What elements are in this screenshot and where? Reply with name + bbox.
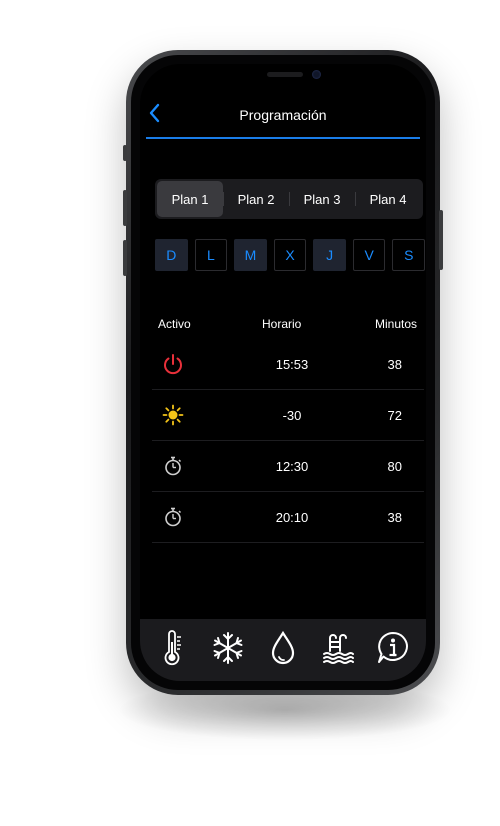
tab-water[interactable] [263, 628, 303, 668]
info-icon [377, 632, 408, 663]
sun-icon[interactable] [162, 404, 184, 426]
mute-switch [123, 145, 127, 161]
phone-bezel: Programación Plan 1 Plan 2 Plan 3 Plan 4 DL… [131, 55, 435, 690]
app-screen: Programación Plan 1 Plan 2 Plan 3 Plan 4 DL… [140, 64, 426, 681]
volume-up-button [123, 190, 127, 226]
pool-ladder-icon [322, 634, 354, 664]
snowflake-icon [213, 632, 243, 664]
power-icon[interactable] [162, 353, 184, 375]
row-minutos[interactable]: 38 [388, 357, 402, 372]
column-header-minutos: Minutos [375, 317, 418, 331]
table-row[interactable]: 15:53 38 [152, 339, 424, 390]
day-toggle-x[interactable]: X [273, 239, 307, 271]
day-selector: DLMXJVS [155, 239, 426, 271]
page-title: Programación [239, 107, 327, 123]
tab-info[interactable] [373, 628, 413, 668]
tab-snowflake[interactable] [208, 628, 248, 668]
power-side-button [439, 210, 443, 270]
row-horario[interactable]: 20:10 [247, 510, 337, 525]
row-horario[interactable]: -30 [247, 408, 337, 423]
row-horario[interactable]: 15:53 [247, 357, 337, 372]
timer-icon[interactable] [162, 455, 184, 477]
thermometer-icon [165, 630, 182, 666]
day-toggle-l[interactable]: L [194, 239, 228, 271]
row-minutos[interactable]: 80 [388, 459, 402, 474]
plan-tab-4[interactable]: Plan 4 [355, 181, 421, 217]
plan-selector: Plan 1 Plan 2 Plan 3 Plan 4 [155, 179, 423, 219]
day-toggle-v[interactable]: V [352, 239, 386, 271]
water-drop-icon [271, 630, 295, 665]
table-row[interactable]: -30 72 [152, 390, 424, 441]
row-minutos[interactable]: 72 [388, 408, 402, 423]
tab-bar [140, 619, 426, 681]
day-toggle-d[interactable]: D [155, 239, 188, 271]
table-row[interactable]: 12:30 80 [152, 441, 424, 492]
timer-icon[interactable] [162, 506, 184, 528]
table-row[interactable]: 20:10 38 [152, 492, 424, 543]
nav-header: Programación [140, 92, 426, 138]
front-camera [312, 70, 321, 79]
day-toggle-j[interactable]: J [313, 239, 346, 271]
tab-thermometer[interactable] [153, 628, 193, 668]
row-minutos[interactable]: 38 [388, 510, 402, 525]
header-divider [146, 137, 420, 139]
plan-tab-2[interactable]: Plan 2 [223, 181, 289, 217]
schedule-table: 15:53 38 -30 72 12:30 80 20:10 38 [152, 339, 424, 543]
plan-tab-1[interactable]: Plan 1 [157, 181, 223, 217]
phone-frame: Programación Plan 1 Plan 2 Plan 3 Plan 4 DL… [123, 50, 443, 695]
volume-down-button [123, 240, 127, 276]
tab-pool[interactable] [318, 628, 358, 668]
row-horario[interactable]: 12:30 [247, 459, 337, 474]
speaker [267, 72, 303, 77]
notch [211, 64, 365, 92]
column-header-horario: Horario [262, 317, 302, 331]
day-toggle-s[interactable]: S [392, 239, 426, 271]
plan-tab-3[interactable]: Plan 3 [289, 181, 355, 217]
day-toggle-m[interactable]: M [234, 239, 267, 271]
column-header-activo: Activo [158, 317, 191, 331]
